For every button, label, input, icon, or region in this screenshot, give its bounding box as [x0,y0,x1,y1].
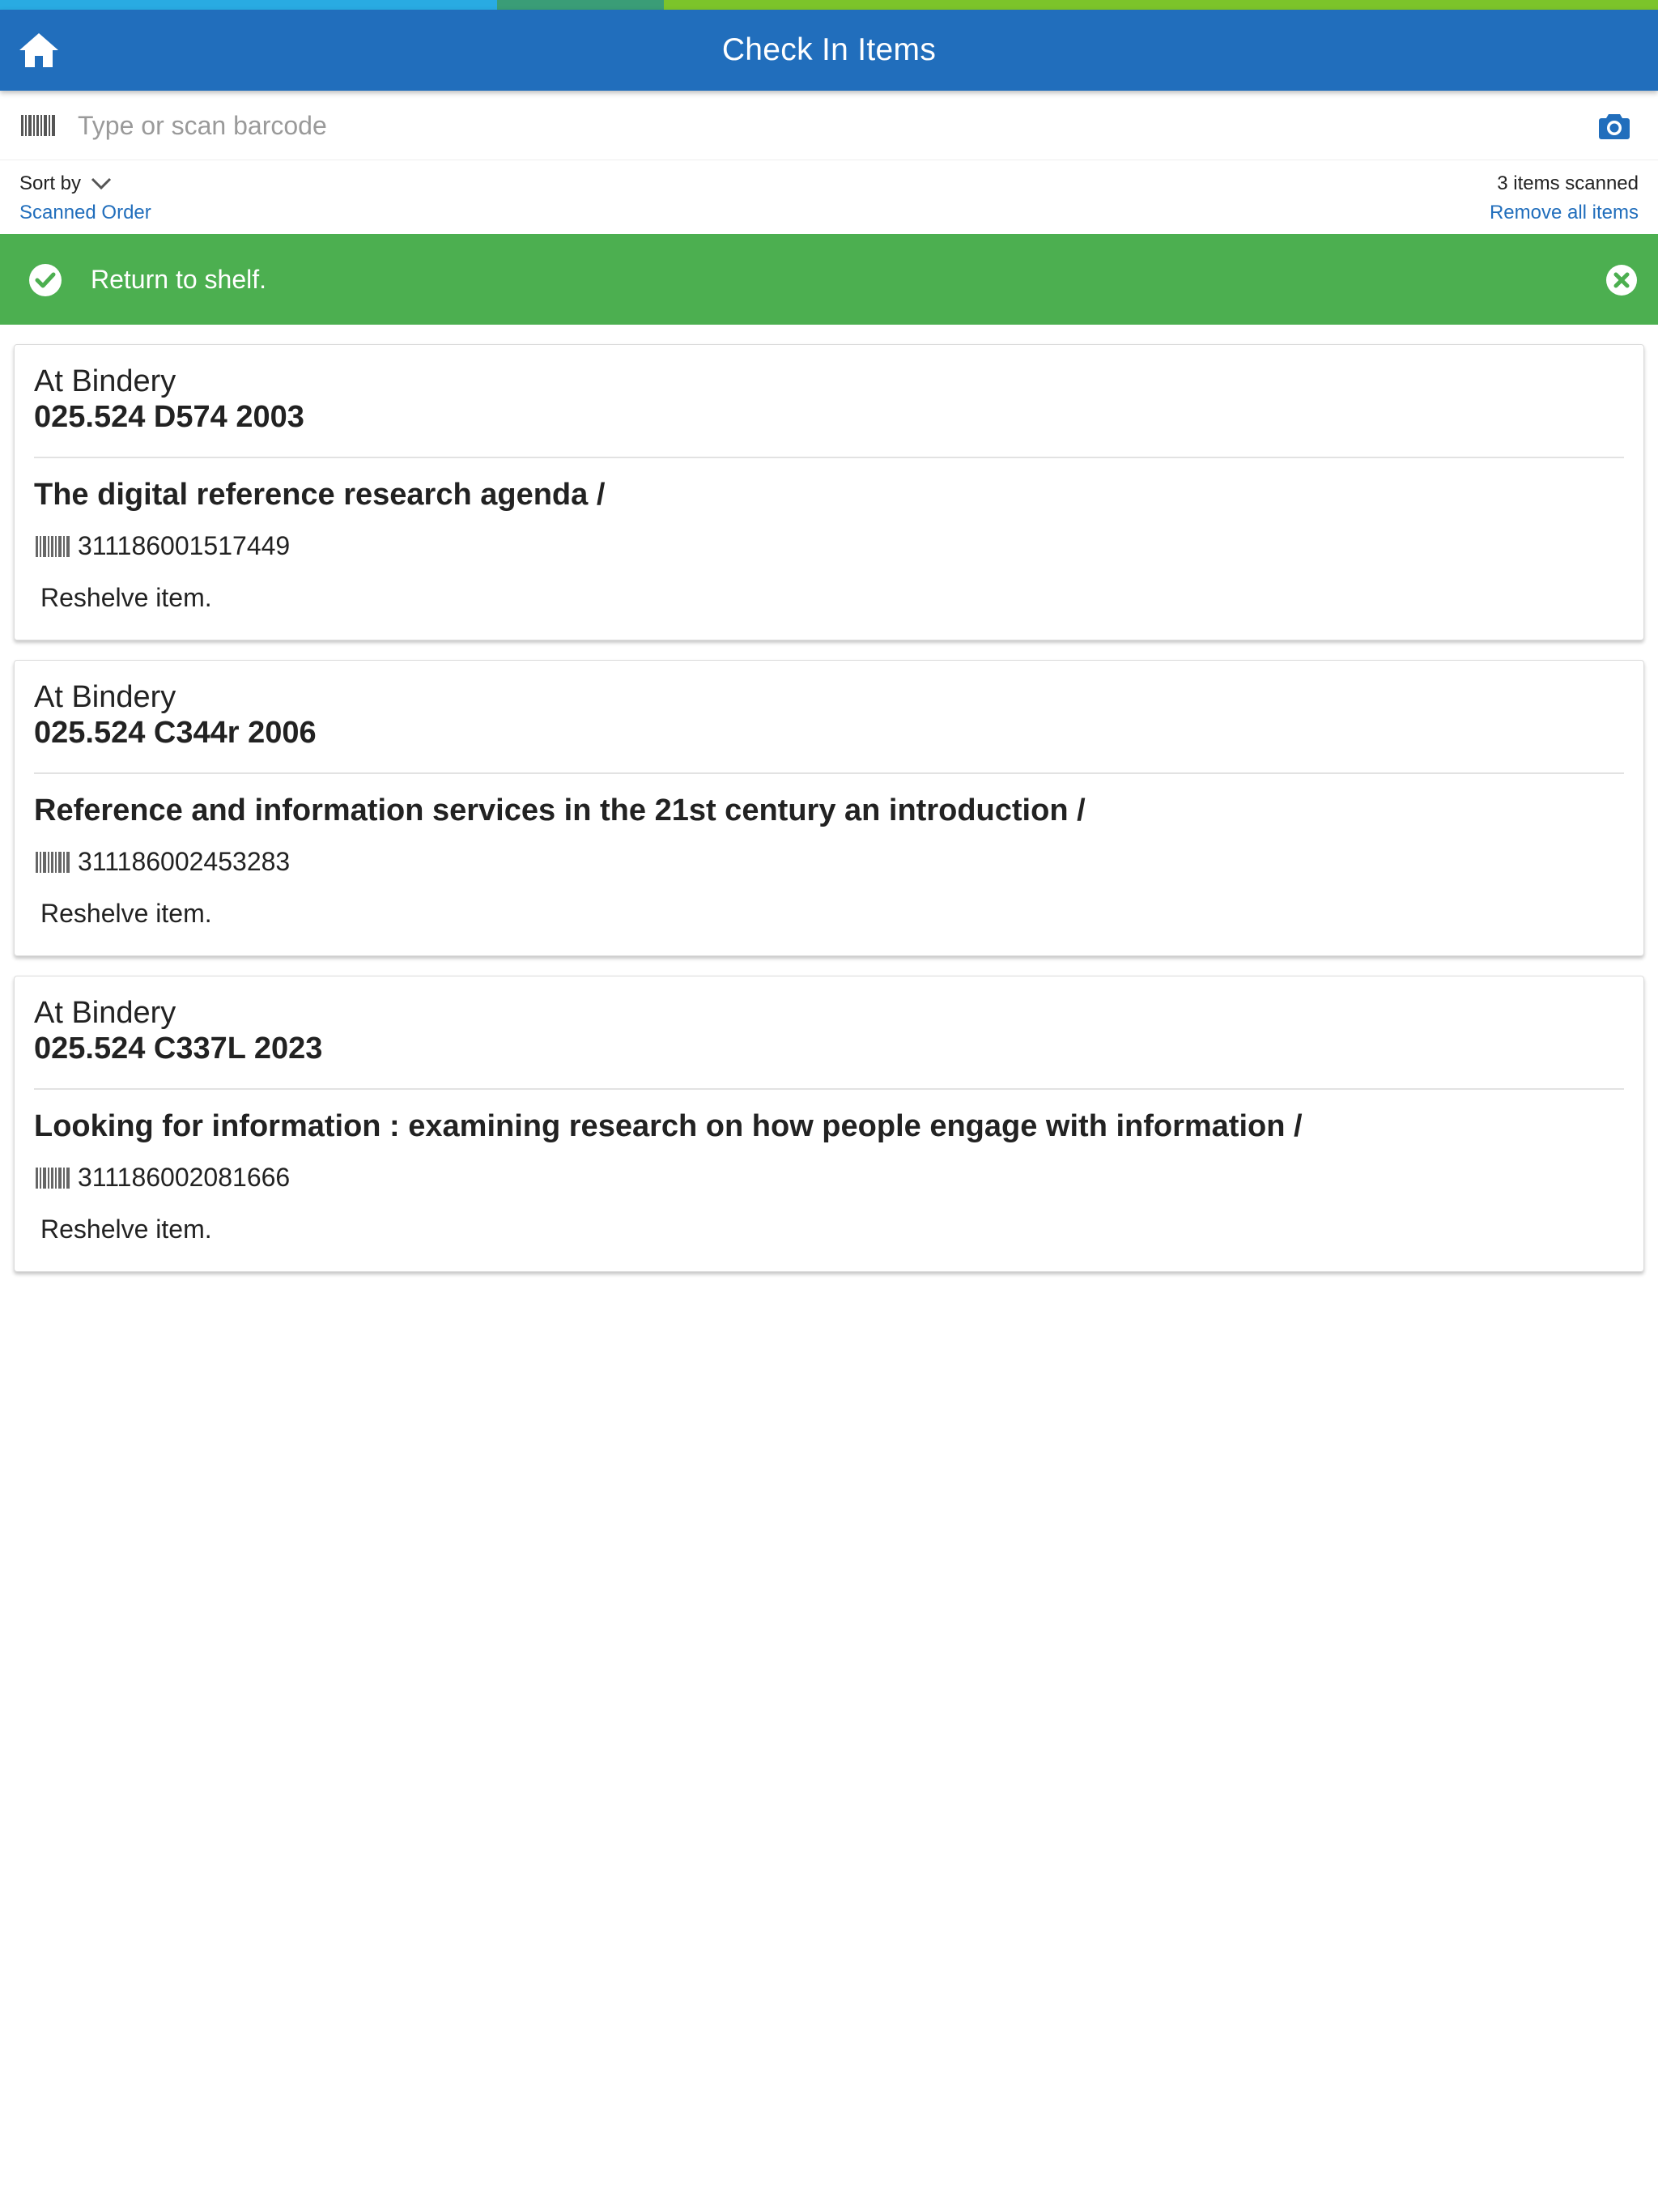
sort-by-toggle[interactable]: Sort by [19,172,112,195]
item-barcode-row: 311186002081666 [36,1163,290,1193]
progress-strip [0,0,1658,10]
home-button[interactable] [15,26,63,74]
page-title: Check In Items [721,32,937,67]
status-banner: Return to shelf. [0,234,1658,325]
barcode-icon [36,1167,70,1189]
home-icon [19,33,58,67]
item-card[interactable]: At Bindery 025.524 C337L 2023 Looking fo… [14,976,1644,1272]
card-divider [34,1088,1624,1090]
sort-by-label: Sort by [19,172,82,194]
progress-segment-1 [0,0,497,10]
item-barcode-row: 311186002453283 [36,847,290,877]
item-barcode: 311186002081666 [78,1163,291,1192]
item-title: The digital reference research agenda / [34,478,606,512]
sort-value-link[interactable]: Scanned Order [19,202,151,224]
item-note: Reshelve item. [40,583,212,612]
sort-row: Sort by Scanned Order 3 items scanned Re… [0,161,1658,234]
item-status: At Bindery [34,364,176,398]
remove-all-items-link[interactable]: Remove all items [1490,202,1639,224]
item-call-number: 025.524 D574 2003 [34,400,304,434]
item-note: Reshelve item. [40,1214,212,1244]
item-status: At Bindery [34,996,176,1030]
check-circle-icon [29,264,62,296]
close-circle-icon[interactable] [1605,263,1639,297]
progress-segment-3 [664,0,1658,10]
item-note: Reshelve item. [40,899,212,928]
item-status: At Bindery [34,680,176,714]
barcode-search-input[interactable] [78,104,1575,147]
progress-segment-2 [497,0,664,10]
banner-message: Return to shelf. [91,265,266,294]
camera-button[interactable] [1596,108,1632,144]
item-barcode: 311186002453283 [78,847,291,876]
chevron-down-icon [91,177,112,190]
barcode-icon [36,535,70,557]
card-divider [34,457,1624,458]
item-title: Reference and information services in th… [34,793,1086,827]
item-call-number: 025.524 C344r 2006 [34,716,317,750]
barcode-icon [36,851,70,873]
app-header: Check In Items [0,10,1658,91]
items-scanned-count: 3 items scanned [1497,172,1639,194]
item-title: Looking for information : examining rese… [34,1109,1303,1143]
card-divider [34,772,1624,774]
item-card[interactable]: At Bindery 025.524 C344r 2006 Reference … [14,660,1644,956]
item-barcode: 311186001517449 [78,531,291,560]
search-bar [0,91,1658,160]
camera-icon [1599,114,1630,139]
item-call-number: 025.524 C337L 2023 [34,1032,323,1066]
item-barcode-row: 311186001517449 [36,531,290,561]
barcode-icon [21,115,55,136]
item-card[interactable]: At Bindery 025.524 D574 2003 The digital… [14,344,1644,640]
